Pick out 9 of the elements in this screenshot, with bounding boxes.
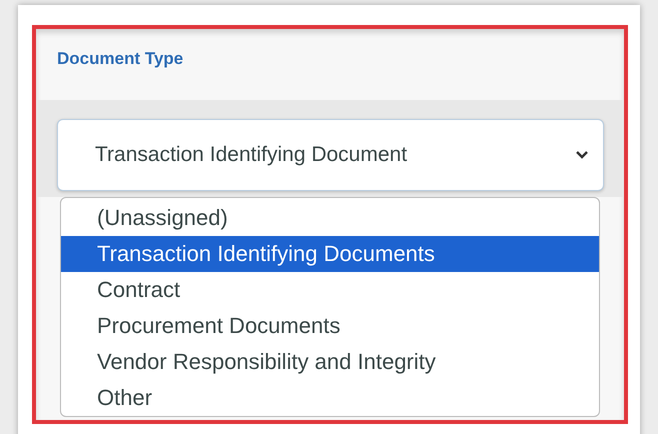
dropdown-field[interactable]: Transaction Identifying Document	[57, 119, 604, 191]
dropdown-option[interactable]: Other	[61, 380, 599, 416]
dropdown-option[interactable]: Contract	[61, 272, 599, 308]
dropdown-option[interactable]: Transaction Identifying Documents	[61, 236, 599, 272]
field-label: Document Type	[56, 48, 184, 70]
dropdown-option[interactable]: Vendor Responsibility and Integrity	[61, 344, 599, 380]
dropdown-option[interactable]: Procurement Documents	[61, 308, 599, 344]
dropdown-option[interactable]: (Unassigned)	[61, 200, 599, 236]
chevron-icon	[575, 150, 589, 160]
